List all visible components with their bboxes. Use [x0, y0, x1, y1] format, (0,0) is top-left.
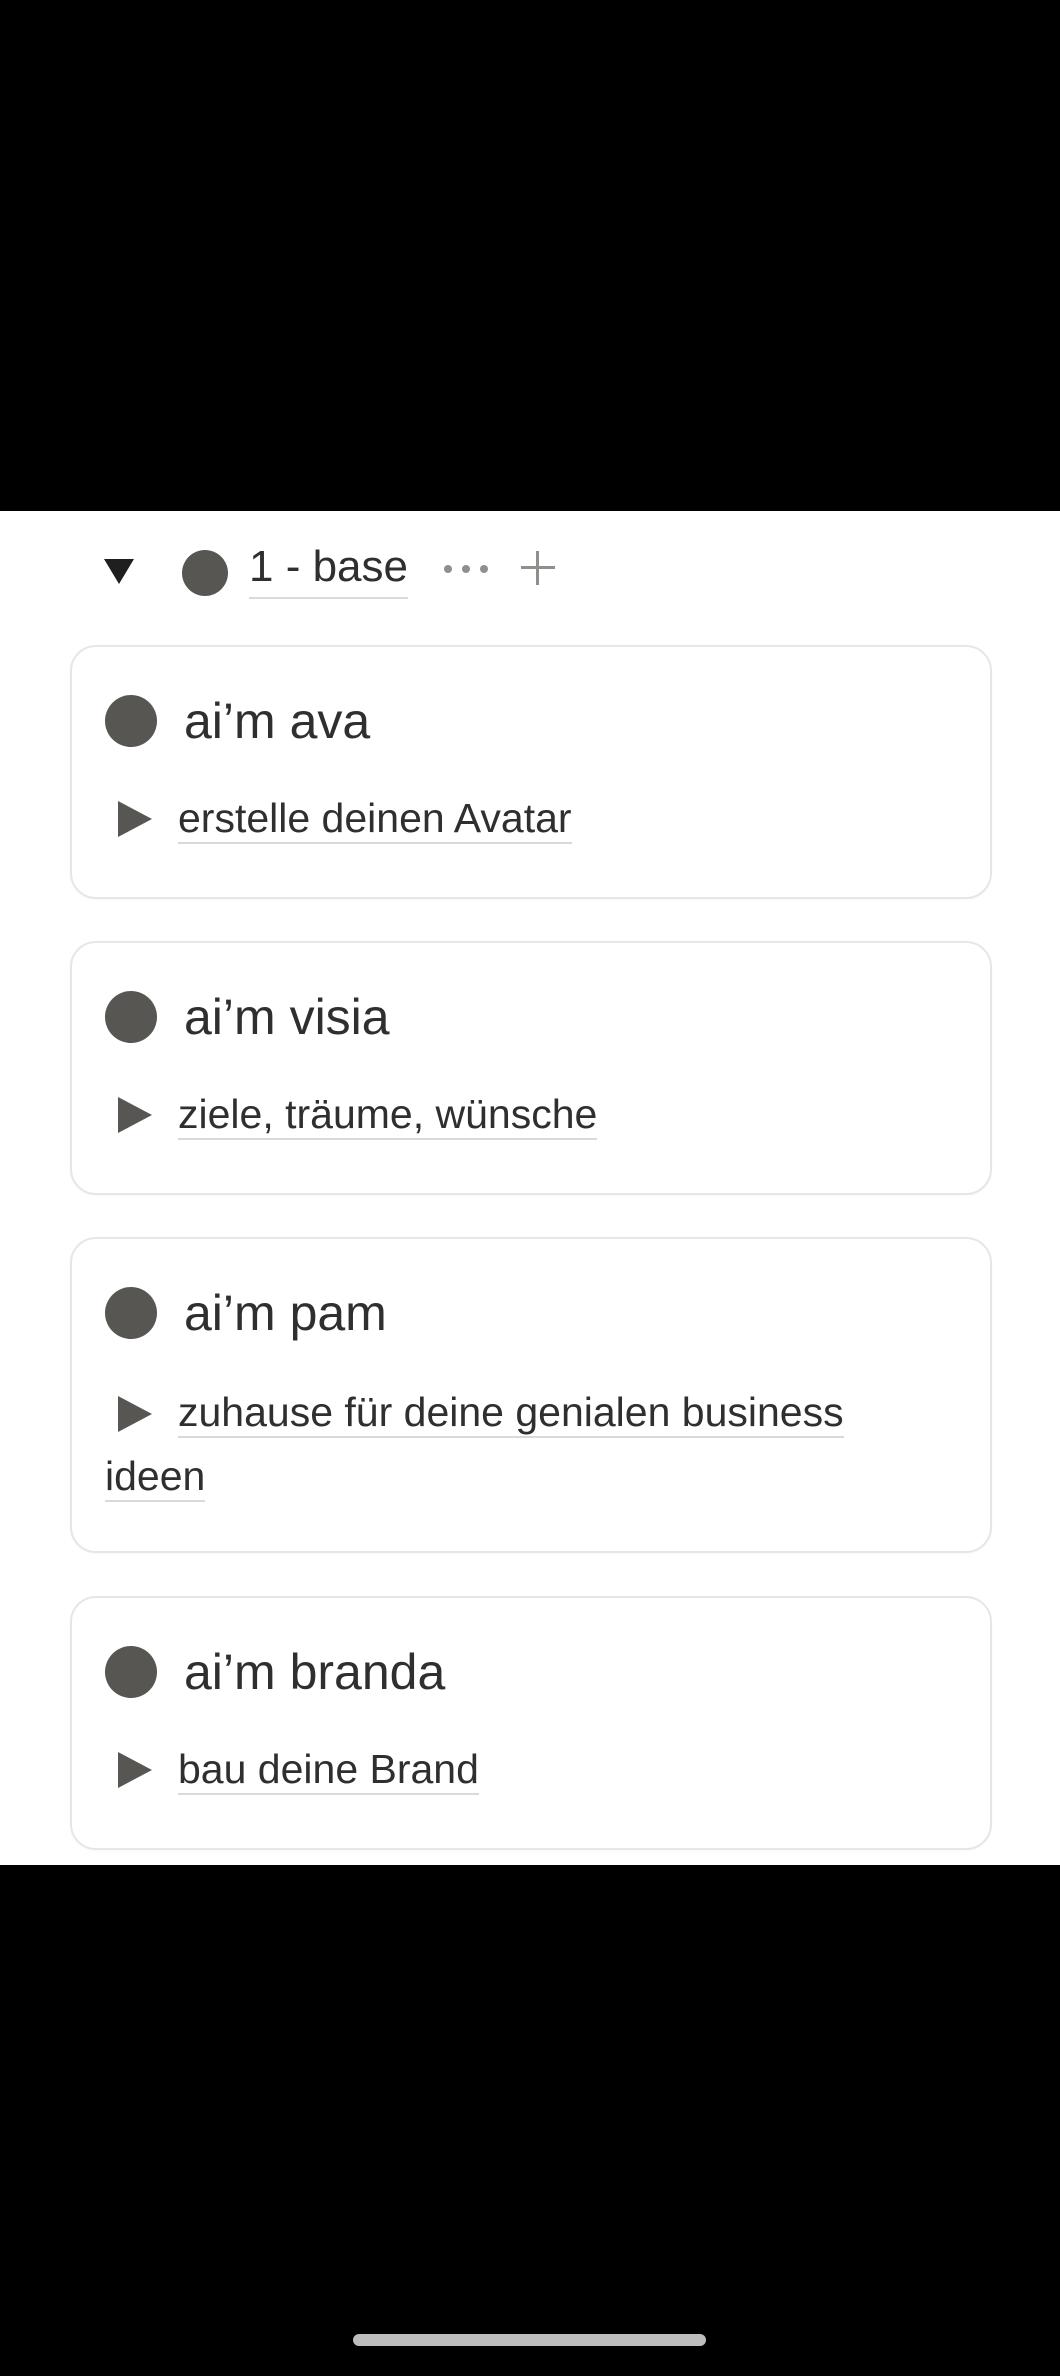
status-dot-icon — [105, 695, 157, 747]
status-dot-icon — [105, 1646, 157, 1698]
card-title: ai’m pam — [184, 1285, 387, 1341]
group-title[interactable]: 1 - base — [249, 539, 408, 599]
group-header: 1 - base — [0, 511, 1060, 635]
card-subtitle-text[interactable]: bau deine Brand — [178, 1746, 479, 1795]
card-subtitle[interactable]: erstelle deinen Avatar — [178, 787, 572, 850]
toggle-right-icon[interactable] — [118, 1752, 152, 1788]
card-subtitle-text[interactable]: ziele, träume, wünsche — [178, 1091, 598, 1140]
card-ava[interactable]: ai’m ava erstelle deinen Avatar — [70, 645, 992, 899]
toggle-right-icon[interactable] — [118, 1097, 152, 1133]
screen: 1 - base ai’m ava erstelle deinen Avatar… — [0, 0, 1060, 2376]
caret-down-icon[interactable] — [104, 559, 134, 584]
group-status-dot-icon — [182, 550, 228, 596]
toggle-right-icon[interactable] — [118, 1396, 152, 1432]
status-dot-icon — [105, 991, 157, 1043]
card-title: ai’m ava — [184, 693, 371, 749]
plus-icon[interactable] — [521, 551, 555, 585]
home-indicator[interactable] — [353, 2334, 706, 2346]
card-subtitle-text[interactable]: erstelle deinen Avatar — [178, 795, 572, 844]
card-pam[interactable]: ai’m pam zuhause für deine genialen busi… — [70, 1237, 992, 1553]
more-horizontal-icon[interactable] — [444, 563, 488, 575]
card-title: ai’m visia — [184, 989, 390, 1045]
toggle-right-icon[interactable] — [118, 801, 152, 837]
card-title: ai’m branda — [184, 1644, 446, 1700]
card-subtitle-text[interactable]: zuhause für deine genialen business — [178, 1389, 844, 1438]
card-subtitle[interactable]: bau deine Brand — [178, 1738, 479, 1801]
card-branda[interactable]: ai’m branda bau deine Brand — [70, 1596, 992, 1850]
notion-page-content: 1 - base ai’m ava erstelle deinen Avatar… — [0, 511, 1060, 1865]
card-visia[interactable]: ai’m visia ziele, träume, wünsche — [70, 941, 992, 1195]
card-subtitle-line-1[interactable]: zuhause für deine genialen business — [178, 1381, 844, 1444]
status-dot-icon — [105, 1287, 157, 1339]
card-subtitle-text[interactable]: ideen — [105, 1453, 206, 1502]
card-subtitle-line-2[interactable]: ideen — [105, 1445, 206, 1508]
card-subtitle[interactable]: ziele, träume, wünsche — [178, 1083, 598, 1146]
